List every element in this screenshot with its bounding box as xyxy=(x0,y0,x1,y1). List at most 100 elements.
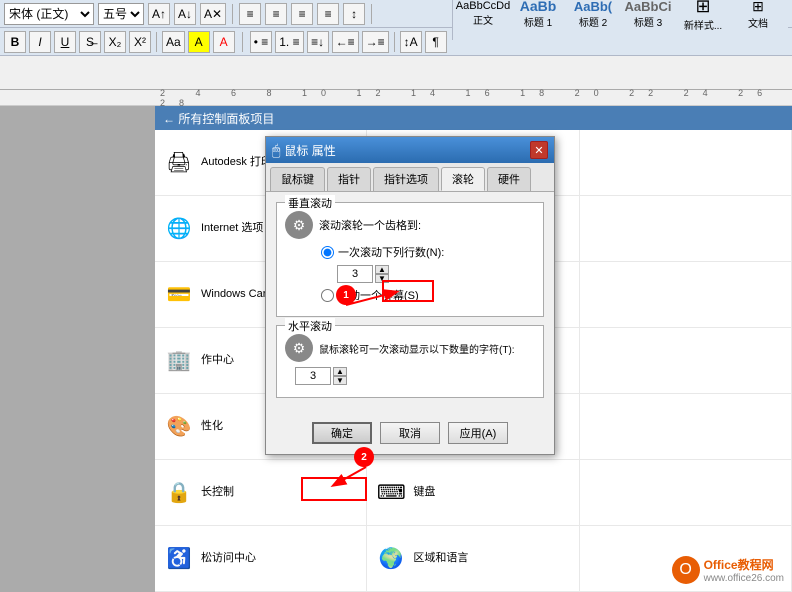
style-normal-label: 正文 xyxy=(473,12,493,27)
tab-hardware[interactable]: 硬件 xyxy=(487,167,531,191)
font-grow-btn[interactable]: A↑ xyxy=(148,3,170,25)
subscript-btn[interactable]: X₂ xyxy=(104,31,126,53)
ruler: 2 4 6 8 10 12 14 16 18 20 22 24 26 28 xyxy=(0,90,792,106)
style-h1-label: 标题 1 xyxy=(524,14,552,29)
dialog-overlay: 🖱 鼠标 属性 ✕ 鼠标键 指针 指针选项 xyxy=(155,106,792,592)
spin2-up[interactable]: ▲ xyxy=(333,367,347,376)
sort-btn[interactable]: ↕A xyxy=(400,31,422,53)
separator5 xyxy=(394,32,395,52)
numbered-list-btn[interactable]: 1. ≡ xyxy=(275,31,303,53)
strikethrough-btn[interactable]: S̶ xyxy=(79,31,101,53)
decrease-indent-btn[interactable]: ←≡ xyxy=(332,31,359,53)
show-marks-btn[interactable]: ¶ xyxy=(425,31,447,53)
horizontal-scroll-section: 水平滚动 ⚙ 鼠标滚轮可一次滚动显示以下数量的字符(T): ▲ ▼ xyxy=(276,325,544,398)
font-size-select[interactable]: 五号 xyxy=(98,3,144,25)
font-family-select[interactable]: 宋体 (正文) xyxy=(4,3,94,25)
style-h2-preview: AaBb( xyxy=(574,0,612,14)
horiz-label: 鼠标滚轮可一次滚动显示以下数量的字符(T): xyxy=(319,341,515,356)
radio2-row: 滚动一个屏幕(S) xyxy=(285,287,535,303)
increase-indent-btn[interactable]: →≡ xyxy=(362,31,389,53)
horiz-scroll-title: 水平滚动 xyxy=(285,318,335,334)
style-new[interactable]: ⊞ 新样式... xyxy=(677,0,729,38)
dialog-title-text: 鼠标 属性 xyxy=(284,142,526,159)
tab-pointer-options[interactable]: 指针选项 xyxy=(373,167,439,191)
tab-pointers[interactable]: 指针 xyxy=(327,167,371,191)
line-spacing-btn[interactable]: ↕ xyxy=(343,3,365,25)
dialog-buttons: 确定 取消 应用(A) xyxy=(266,416,554,454)
toolbar: 宋体 (正文) 五号 A↑ A↓ A✕ ≡ ≡ ≡ ≡ ↕ AaBbCcDd 正… xyxy=(0,0,792,90)
separator4 xyxy=(242,32,243,52)
clear-format-btn[interactable]: A✕ xyxy=(200,3,226,25)
style-area: AaBbCcDd 正文 AaBb 标题 1 AaBb( 标题 2 AaBbCi … xyxy=(452,0,788,40)
radio1-input[interactable] xyxy=(321,246,334,259)
document-area xyxy=(0,106,155,592)
spin1-down[interactable]: ▼ xyxy=(375,274,389,283)
ok-highlight-box xyxy=(301,477,367,501)
justify-btn[interactable]: ≡ xyxy=(317,3,339,25)
bold-btn[interactable]: B xyxy=(4,31,26,53)
italic-btn[interactable]: I xyxy=(29,31,51,53)
separator xyxy=(232,4,233,24)
style-h3-label: 标题 3 xyxy=(634,14,662,29)
style-normal-preview: AaBbCcDd xyxy=(456,0,510,12)
scroll-wheel-icon: ⚙ xyxy=(285,211,313,239)
style-heading2[interactable]: AaBb( 标题 2 xyxy=(567,0,619,38)
annotation-circle-2: 2 xyxy=(354,447,374,467)
vertical-scroll-section: 垂直滚动 ⚙ 滚动滚轮一个齿格到: 一次滚动下列行数(N): xyxy=(276,202,544,317)
bullet-list-btn[interactable]: • ≡ xyxy=(250,31,273,53)
dialog-content: 垂直滚动 ⚙ 滚动滚轮一个齿格到: 一次滚动下列行数(N): xyxy=(266,192,554,416)
expand-label: 文档 xyxy=(748,15,768,30)
scroll-label: 滚动滚轮一个齿格到: xyxy=(319,217,421,233)
underline-btn[interactable]: U xyxy=(54,31,76,53)
ok-button[interactable]: 确定 xyxy=(312,422,372,444)
radio1-text: 一次滚动下列行数(N): xyxy=(338,244,444,260)
separator3 xyxy=(156,32,157,52)
radio1-row: 一次滚动下列行数(N): xyxy=(285,244,535,260)
cancel-button[interactable]: 取消 xyxy=(380,422,440,444)
align-center-btn[interactable]: ≡ xyxy=(265,3,287,25)
font-shrink-btn[interactable]: A↓ xyxy=(174,3,196,25)
style-normal[interactable]: AaBbCcDd 正文 xyxy=(457,0,509,38)
dialog-tabs: 鼠标键 指针 指针选项 滚轮 硬件 xyxy=(266,163,554,192)
spin2-down[interactable]: ▼ xyxy=(333,376,347,385)
horiz-wheel-icon: ⚙ xyxy=(285,334,313,362)
style-h3-preview: AaBbCi xyxy=(625,0,672,14)
expand-icon: ⊞ xyxy=(752,0,764,15)
style-h2-label: 标题 2 xyxy=(579,14,607,29)
tab-pointers-label: 指针 xyxy=(338,174,360,186)
spin1-buttons: ▲ ▼ xyxy=(375,265,389,283)
annotation-2-num: 2 xyxy=(361,452,367,463)
mouse-dialog: 🖱 鼠标 属性 ✕ 鼠标键 指针 指针选项 xyxy=(265,136,555,455)
dialog-title-icon: 🖱 xyxy=(272,142,280,159)
scroll-wheel-row: ⚙ 滚动滚轮一个齿格到: xyxy=(285,211,535,239)
annotation-1-num: 1 xyxy=(343,290,349,301)
tab-wheel-label: 滚轮 xyxy=(452,174,474,186)
highlight-btn[interactable]: A xyxy=(188,31,210,53)
spin1-input[interactable] xyxy=(337,265,373,283)
style-expand[interactable]: ⊞ 文档 xyxy=(732,0,784,38)
spin1-up[interactable]: ▲ xyxy=(375,265,389,274)
align-left-btn[interactable]: ≡ xyxy=(239,3,261,25)
main-area: ← 所有控制面板项目 🖨 Autodesk 打印件夹管理 📐 Autodesk … xyxy=(0,106,792,592)
horiz-wheel-row: ⚙ 鼠标滚轮可一次滚动显示以下数量的字符(T): xyxy=(285,334,535,362)
radio1-label[interactable]: 一次滚动下列行数(N): xyxy=(321,244,444,260)
style-new-icon: ⊞ xyxy=(695,0,710,17)
align-right-btn[interactable]: ≡ xyxy=(291,3,313,25)
apply-button[interactable]: 应用(A) xyxy=(448,422,508,444)
change-case-btn[interactable]: Aa xyxy=(162,31,185,53)
spin2-input[interactable] xyxy=(295,367,331,385)
font-color-btn[interactable]: A xyxy=(213,31,235,53)
tab-wheel[interactable]: 滚轮 xyxy=(441,167,485,191)
style-heading3[interactable]: AaBbCi 标题 3 xyxy=(622,0,674,38)
dialog-close-button[interactable]: ✕ xyxy=(530,141,548,159)
tab-mouse-keys[interactable]: 鼠标键 xyxy=(270,167,325,191)
tab-hardware-label: 硬件 xyxy=(498,174,520,186)
vertical-scroll-title: 垂直滚动 xyxy=(285,195,335,211)
dialog-titlebar: 🖱 鼠标 属性 ✕ xyxy=(266,137,554,163)
style-heading1[interactable]: AaBb 标题 1 xyxy=(512,0,564,38)
multilevel-list-btn[interactable]: ≡↓ xyxy=(307,31,329,53)
tab-pointer-options-label: 指针选项 xyxy=(384,174,428,186)
radio2-input[interactable] xyxy=(321,289,334,302)
spin2-buttons: ▲ ▼ xyxy=(333,367,347,385)
superscript-btn[interactable]: X² xyxy=(129,31,151,53)
